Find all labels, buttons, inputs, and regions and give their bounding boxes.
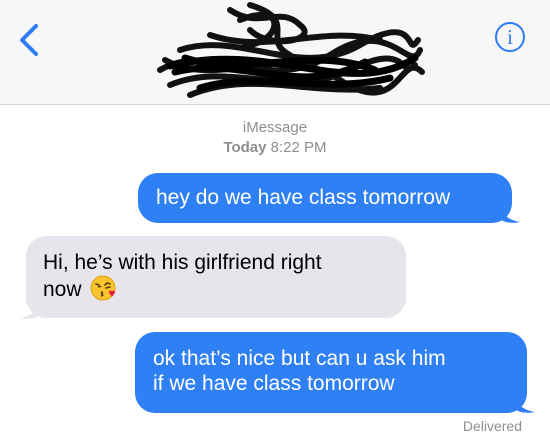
message-text-line: now (43, 275, 389, 302)
back-button[interactable] (16, 22, 44, 58)
message-bubble-outgoing[interactable]: hey do we have class tomorrow (138, 173, 512, 223)
chevron-left-icon (20, 24, 38, 56)
info-button[interactable]: i (495, 22, 525, 52)
message-text-line: ok that’s nice but can u ask him (153, 347, 446, 370)
message-text: hey do we have class tomorrow (156, 186, 451, 209)
timestamp: Today 8:22 PM (0, 138, 550, 157)
info-icon: i (507, 25, 513, 49)
message-text: now (43, 278, 82, 301)
timestamp-day: Today (223, 139, 267, 156)
message-bubble-outgoing[interactable]: ok that’s nice but can u ask him if we h… (135, 332, 527, 413)
kissing-face-emoji-icon (90, 275, 116, 301)
service-label: iMessage (242, 119, 308, 136)
message-text-line: Hi, he’s with his girlfriend right (43, 251, 322, 274)
message-bubble-incoming[interactable]: Hi, he’s with his girlfriend right now (26, 236, 406, 318)
redacted-contact-scribble (157, 2, 425, 98)
timestamp-time: 8:22 PM (270, 139, 327, 156)
message-text-line: if we have class tomorrow (153, 372, 395, 395)
conversation-header: i (0, 0, 550, 105)
